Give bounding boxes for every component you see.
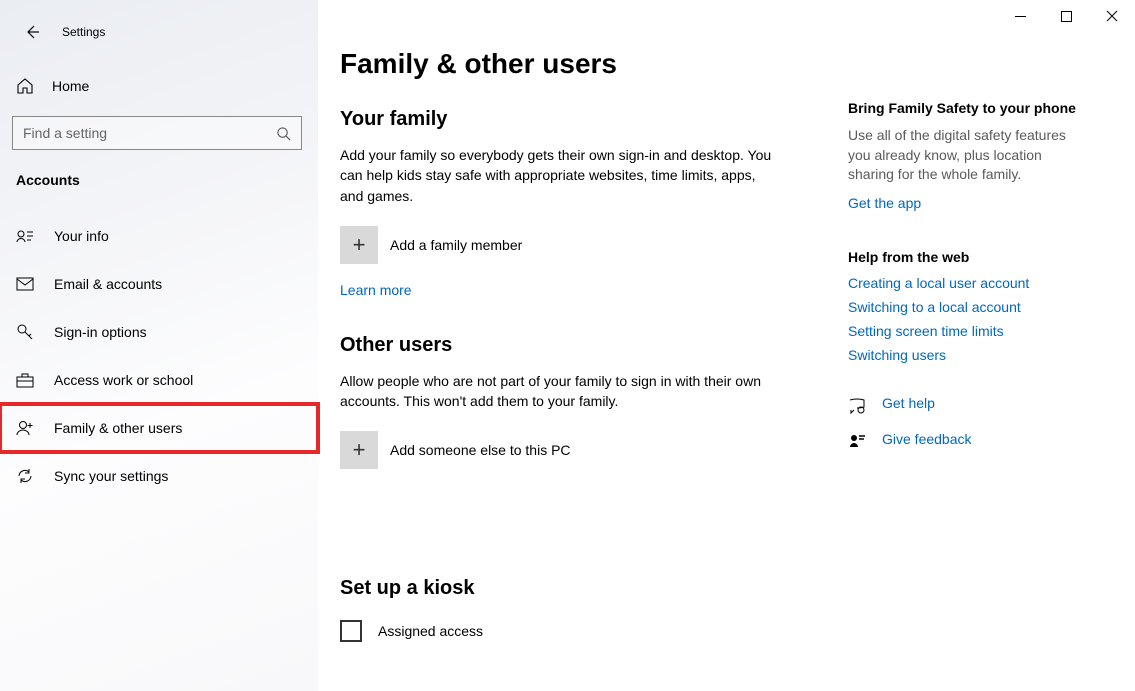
assigned-access-label: Assigned access xyxy=(378,623,483,639)
sidebar-section: Accounts xyxy=(0,150,318,196)
other-users-heading: Other users xyxy=(340,334,818,357)
maximize-button[interactable] xyxy=(1043,0,1089,32)
feedback-row[interactable]: Give feedback xyxy=(848,431,1088,453)
family-heading: Your family xyxy=(340,108,818,131)
feedback-link[interactable]: Give feedback xyxy=(882,431,972,447)
help-link[interactable]: Creating a local user account xyxy=(848,275,1088,291)
sidebar-item-label: Your info xyxy=(54,228,109,244)
kiosk-heading: Set up a kiosk xyxy=(340,577,818,600)
page-title: Family & other users xyxy=(340,48,818,80)
assigned-access-icon xyxy=(340,620,362,642)
plus-icon: + xyxy=(340,226,378,264)
sidebar-item-label: Email & accounts xyxy=(54,276,162,292)
help-web-title: Help from the web xyxy=(848,249,1088,265)
sidebar-item-sync-settings[interactable]: Sync your settings xyxy=(0,452,318,500)
window-controls xyxy=(997,0,1135,32)
close-button[interactable] xyxy=(1089,0,1135,32)
sidebar-item-your-info[interactable]: Your info xyxy=(0,212,318,260)
search-box[interactable] xyxy=(12,116,302,150)
sidebar-item-label: Access work or school xyxy=(54,372,193,388)
sidebar-item-label: Sync your settings xyxy=(54,468,168,484)
add-other-user-button[interactable]: + Add someone else to this PC xyxy=(340,431,818,469)
person-card-icon xyxy=(16,229,34,243)
help-link[interactable]: Switching to a local account xyxy=(848,299,1088,315)
minimize-button[interactable] xyxy=(997,0,1043,32)
help-link[interactable]: Switching users xyxy=(848,347,1088,363)
get-help-link[interactable]: Get help xyxy=(882,395,935,411)
main-panel: Family & other users Your family Add you… xyxy=(318,0,1135,691)
help-icon xyxy=(848,397,866,415)
other-users-desc: Allow people who are not part of your fa… xyxy=(340,371,780,412)
add-family-label: Add a family member xyxy=(390,237,522,253)
sidebar-home-label: Home xyxy=(52,78,89,94)
add-family-member-button[interactable]: + Add a family member xyxy=(340,226,818,264)
family-desc: Add your family so everybody gets their … xyxy=(340,145,780,206)
sidebar-item-work-school[interactable]: Access work or school xyxy=(0,356,318,404)
home-icon xyxy=(16,77,34,95)
sidebar-item-family-users[interactable]: Family & other users xyxy=(0,404,318,452)
learn-more-link[interactable]: Learn more xyxy=(340,282,412,298)
help-link[interactable]: Setting screen time limits xyxy=(848,323,1088,339)
sidebar-item-email-accounts[interactable]: Email & accounts xyxy=(0,260,318,308)
get-app-link[interactable]: Get the app xyxy=(848,195,921,211)
add-other-label: Add someone else to this PC xyxy=(390,442,571,458)
plus-icon: + xyxy=(340,431,378,469)
sidebar-item-label: Family & other users xyxy=(54,420,182,436)
person-add-icon xyxy=(16,419,34,437)
sidebar-home[interactable]: Home xyxy=(0,66,318,106)
sidebar: Settings Home Accounts Your info xyxy=(0,0,318,691)
promo-desc: Use all of the digital safety features y… xyxy=(848,126,1088,185)
mail-icon xyxy=(16,277,34,291)
app-title: Settings xyxy=(62,25,105,39)
feedback-icon xyxy=(848,433,866,451)
sidebar-item-label: Sign-in options xyxy=(54,324,147,340)
assigned-access-button[interactable]: Assigned access xyxy=(340,620,818,642)
briefcase-icon xyxy=(16,372,34,388)
back-button[interactable] xyxy=(24,24,40,40)
get-help-row[interactable]: Get help xyxy=(848,395,1088,417)
sidebar-item-signin-options[interactable]: Sign-in options xyxy=(0,308,318,356)
key-icon xyxy=(16,323,34,341)
search-input[interactable] xyxy=(23,125,276,141)
right-rail: Bring Family Safety to your phone Use al… xyxy=(848,0,1108,691)
search-icon xyxy=(276,126,291,141)
promo-title: Bring Family Safety to your phone xyxy=(848,100,1088,116)
sync-icon xyxy=(16,467,34,485)
